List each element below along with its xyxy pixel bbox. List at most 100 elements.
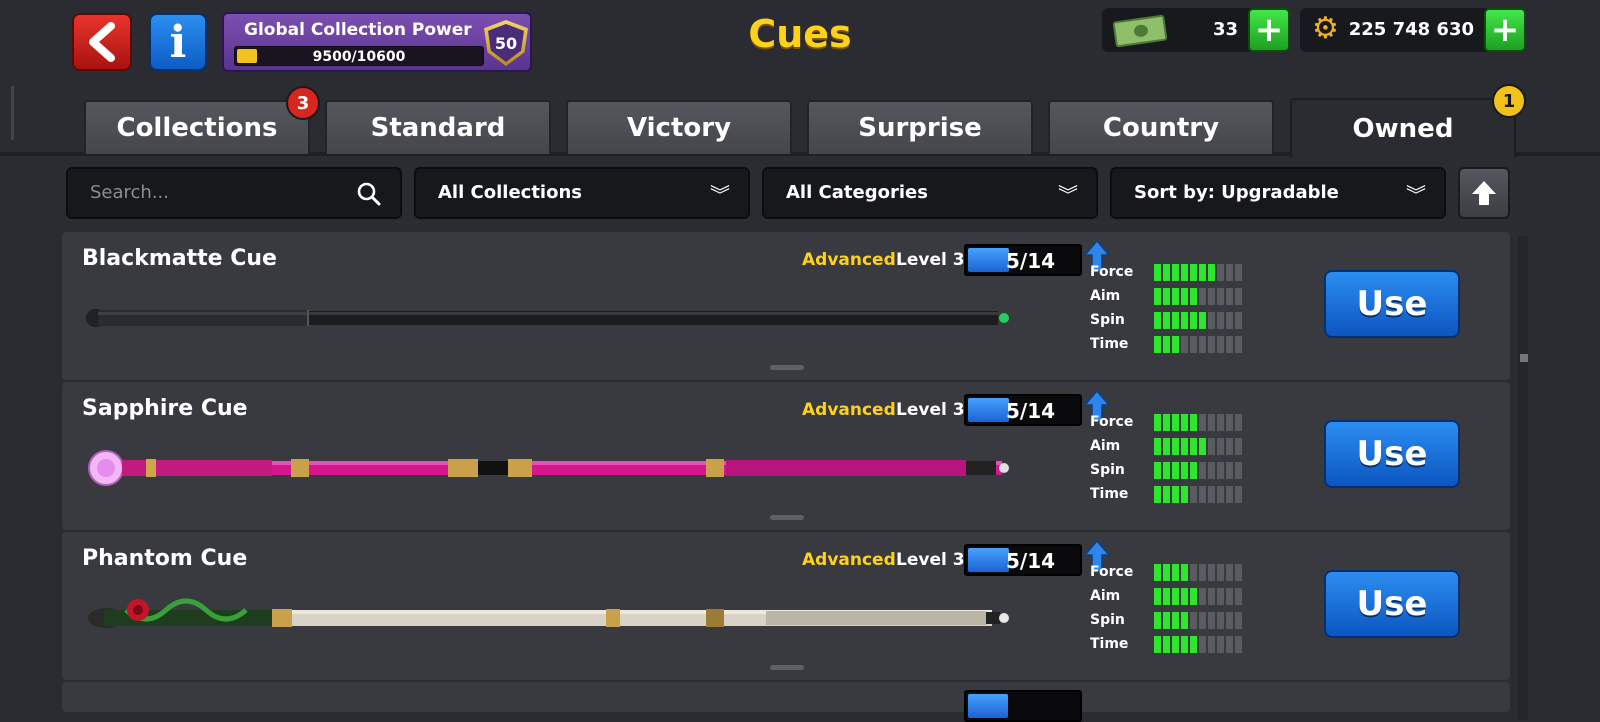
stat-segment bbox=[1235, 414, 1242, 431]
stat-segment bbox=[1163, 414, 1170, 431]
stat-label: Spin bbox=[1090, 312, 1125, 328]
stat-bar-force bbox=[1154, 564, 1242, 581]
stat-label: Time bbox=[1090, 636, 1129, 652]
stat-label: Spin bbox=[1090, 462, 1125, 478]
plus-icon: + bbox=[1254, 10, 1284, 50]
stat-segment bbox=[1208, 564, 1215, 581]
cue-card[interactable]: Sapphire Cue Advanced Level 3 5/14 Force… bbox=[62, 382, 1510, 530]
use-button-label: Use bbox=[1356, 434, 1428, 474]
categories-dropdown[interactable]: All Categories ︾ bbox=[762, 167, 1098, 219]
back-arrow-icon bbox=[89, 22, 115, 62]
stat-segment bbox=[1154, 636, 1161, 653]
search-input[interactable] bbox=[90, 182, 340, 203]
cue-level-progress-text: 5/14 bbox=[1006, 549, 1056, 573]
stat-segment bbox=[1172, 612, 1179, 629]
collections-dropdown[interactable]: All Collections ︾ bbox=[414, 167, 750, 219]
cue-level-progress-bar: 5/14 bbox=[964, 544, 1082, 576]
tab-surprise[interactable]: Surprise bbox=[807, 100, 1033, 154]
tab-label: Standard bbox=[370, 113, 506, 143]
stat-segment bbox=[1235, 612, 1242, 629]
stat-row-aim: Aim bbox=[1090, 286, 1290, 306]
stat-segment bbox=[1172, 564, 1179, 581]
stat-segment bbox=[1190, 288, 1197, 305]
stat-row-aim: Aim bbox=[1090, 436, 1290, 456]
stat-label: Aim bbox=[1090, 588, 1121, 604]
stat-segment bbox=[1181, 462, 1188, 479]
stat-segment bbox=[1199, 414, 1206, 431]
tab-label: Collections bbox=[116, 113, 278, 143]
stat-segment bbox=[1190, 264, 1197, 281]
cue-name: Phantom Cue bbox=[82, 546, 248, 571]
stat-segment bbox=[1199, 462, 1206, 479]
stat-segment bbox=[1226, 588, 1233, 605]
sort-dropdown[interactable]: Sort by: Upgradable ︾ bbox=[1110, 167, 1446, 219]
stat-segment bbox=[1163, 336, 1170, 353]
stat-segment bbox=[1226, 462, 1233, 479]
chevron-down-icon: ︾ bbox=[1406, 183, 1426, 207]
cue-image-wrapper bbox=[86, 448, 1026, 488]
scrollbar-thumb[interactable] bbox=[1520, 354, 1528, 362]
cue-card[interactable]: Blackmatte Cue Advanced Level 3 5/14 For… bbox=[62, 232, 1510, 380]
cue-level: Level 3 bbox=[896, 400, 965, 420]
tab-owned[interactable]: Owned bbox=[1290, 98, 1516, 158]
cue-level-progress-fill bbox=[968, 398, 1009, 422]
scrollbar-track[interactable] bbox=[1518, 236, 1528, 720]
arrow-up-icon bbox=[1472, 181, 1496, 205]
stat-label: Time bbox=[1090, 486, 1129, 502]
stat-segment bbox=[1208, 612, 1215, 629]
collection-power-panel[interactable]: Global Collection Power 9500/10600 50 bbox=[222, 12, 532, 72]
stat-label: Time bbox=[1090, 336, 1129, 352]
stat-segment bbox=[1235, 636, 1242, 653]
stat-row-time: Time bbox=[1090, 334, 1290, 354]
stat-segment bbox=[1226, 414, 1233, 431]
use-cue-button[interactable]: Use bbox=[1324, 420, 1460, 488]
info-button[interactable]: i bbox=[149, 13, 207, 71]
tab-label: Country bbox=[1102, 113, 1220, 143]
add-cash-button[interactable]: + bbox=[1248, 8, 1290, 52]
tab-standard[interactable]: Standard bbox=[325, 100, 551, 154]
cash-balance: 33 + bbox=[1102, 8, 1290, 52]
stat-bar-time bbox=[1154, 336, 1242, 353]
stat-segment bbox=[1172, 588, 1179, 605]
cue-card-partial[interactable] bbox=[62, 682, 1510, 722]
tab-label: Surprise bbox=[858, 113, 982, 143]
owned-notification-badge: 1 bbox=[1492, 84, 1526, 118]
cue-level-progress-fill bbox=[968, 548, 1009, 572]
stat-segment bbox=[1217, 312, 1224, 329]
search-icon[interactable] bbox=[356, 181, 382, 207]
page-title: Cues bbox=[748, 12, 852, 56]
stat-segment bbox=[1235, 312, 1242, 329]
tab-collections[interactable]: Collections bbox=[84, 100, 310, 154]
cue-level-progress-fill bbox=[968, 248, 1009, 272]
stat-label: Force bbox=[1090, 414, 1134, 430]
card-expand-handle[interactable] bbox=[770, 365, 804, 370]
use-cue-button[interactable]: Use bbox=[1324, 270, 1460, 338]
stat-segment bbox=[1163, 612, 1170, 629]
stat-segment bbox=[1154, 288, 1161, 305]
search-box[interactable] bbox=[66, 167, 402, 219]
stat-segment bbox=[1190, 414, 1197, 431]
stat-segment bbox=[1235, 288, 1242, 305]
stat-segment bbox=[1217, 414, 1224, 431]
stat-segment bbox=[1172, 462, 1179, 479]
stat-label: Aim bbox=[1090, 288, 1121, 304]
back-button[interactable] bbox=[72, 13, 132, 71]
card-expand-handle[interactable] bbox=[770, 515, 804, 520]
cash-icon bbox=[1112, 14, 1168, 48]
tab-victory[interactable]: Victory bbox=[566, 100, 792, 154]
collections-notification-badge: 3 bbox=[286, 86, 320, 120]
stat-segment bbox=[1199, 588, 1206, 605]
stat-segment bbox=[1199, 264, 1206, 281]
stat-segment bbox=[1226, 336, 1233, 353]
stat-segment bbox=[1235, 486, 1242, 503]
stat-segment bbox=[1226, 438, 1233, 455]
info-icon: i bbox=[169, 16, 187, 68]
card-expand-handle[interactable] bbox=[770, 665, 804, 670]
use-cue-button[interactable]: Use bbox=[1324, 570, 1460, 638]
sort-direction-button[interactable] bbox=[1458, 167, 1510, 219]
tab-country[interactable]: Country bbox=[1048, 100, 1274, 154]
stat-bar-time bbox=[1154, 486, 1242, 503]
cue-card[interactable]: Phantom Cue Advanced Level 3 5/14 Force … bbox=[62, 532, 1510, 680]
add-coins-button[interactable]: + bbox=[1484, 8, 1526, 52]
stat-segment bbox=[1154, 264, 1161, 281]
